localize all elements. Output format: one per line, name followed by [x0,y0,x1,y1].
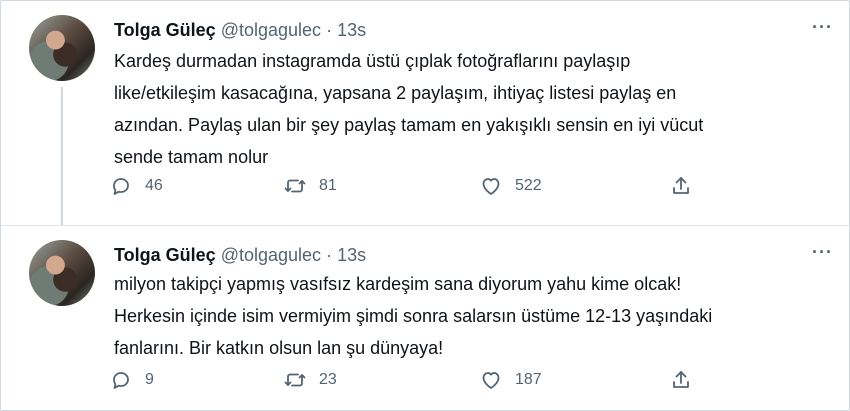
like-count: 522 [515,177,542,194]
tweet-text-line: azından. Paylaş ulan bir şey paylaş tama… [114,115,704,135]
author-handle[interactable]: @tolgagulec [221,245,321,265]
heart-icon [482,372,500,389]
author-name[interactable]: Tolga Güleç [114,245,216,265]
share-button[interactable] [669,174,693,198]
reply-button[interactable]: 46 [109,174,163,198]
tweet-thread: Tolga Güleç @tolgagulec · 13s ··· Kardeş… [0,0,850,411]
avatar[interactable] [29,15,95,81]
retweet-count: 81 [319,177,337,194]
tweet-timestamp[interactable]: 13s [337,20,366,40]
more-options-icon[interactable]: ··· [812,243,833,261]
tweet-header: Tolga Güleç @tolgagulec · 13s [114,244,366,266]
tweet-text: milyon takipçi yapmış vasıfsız kardeşim … [114,268,814,364]
tweet-text-line: Herkesin içinde isim vermiyim şimdi sonr… [114,306,713,326]
share-button[interactable] [669,368,693,392]
tweet-text-line: fanlarını. Bir katkın olsun lan şu dünya… [114,338,444,358]
tweet-text-line: Kardeş durmadan instagramda üstü çıplak … [114,51,631,71]
reply-icon [113,178,129,195]
tweet-text-line: like/etkileşim kasacağına, yapsana 2 pay… [114,83,677,103]
tweet-1[interactable]: Tolga Güleç @tolgagulec · 13s ··· Kardeş… [1,1,849,225]
retweet-button[interactable]: 23 [283,368,337,392]
separator-dot: · [326,245,333,265]
retweet-icon [284,179,306,193]
tweet-text: Kardeş durmadan instagramda üstü çıplak … [114,45,814,173]
retweet-button[interactable]: 81 [283,174,337,198]
like-count: 187 [515,371,542,388]
reply-icon [113,372,129,389]
thread-connector-line [61,87,63,225]
like-button[interactable]: 187 [479,368,542,392]
tweet-timestamp[interactable]: 13s [337,245,366,265]
tweet-2[interactable]: Tolga Güleç @tolgagulec · 13s ··· milyon… [1,225,849,410]
tweet-header: Tolga Güleç @tolgagulec · 13s [114,19,366,41]
author-name[interactable]: Tolga Güleç [114,20,216,40]
tweet-text-line: sende tamam nolur [114,147,269,167]
share-icon [673,371,689,388]
reply-count: 9 [145,371,154,388]
heart-icon [482,178,500,195]
tweet-actions: 9 23 187 [109,368,709,398]
retweet-icon [284,373,306,387]
separator-dot: · [326,20,333,40]
retweet-count: 23 [319,371,337,388]
tweet-actions: 46 81 522 [109,174,709,204]
avatar[interactable] [29,240,95,306]
like-button[interactable]: 522 [479,174,542,198]
tweet-text-line: milyon takipçi yapmış vasıfsız kardeşim … [114,274,682,294]
author-handle[interactable]: @tolgagulec [221,20,321,40]
more-options-icon[interactable]: ··· [812,18,833,36]
share-icon [673,177,689,194]
reply-count: 46 [145,177,163,194]
reply-button[interactable]: 9 [109,368,154,392]
